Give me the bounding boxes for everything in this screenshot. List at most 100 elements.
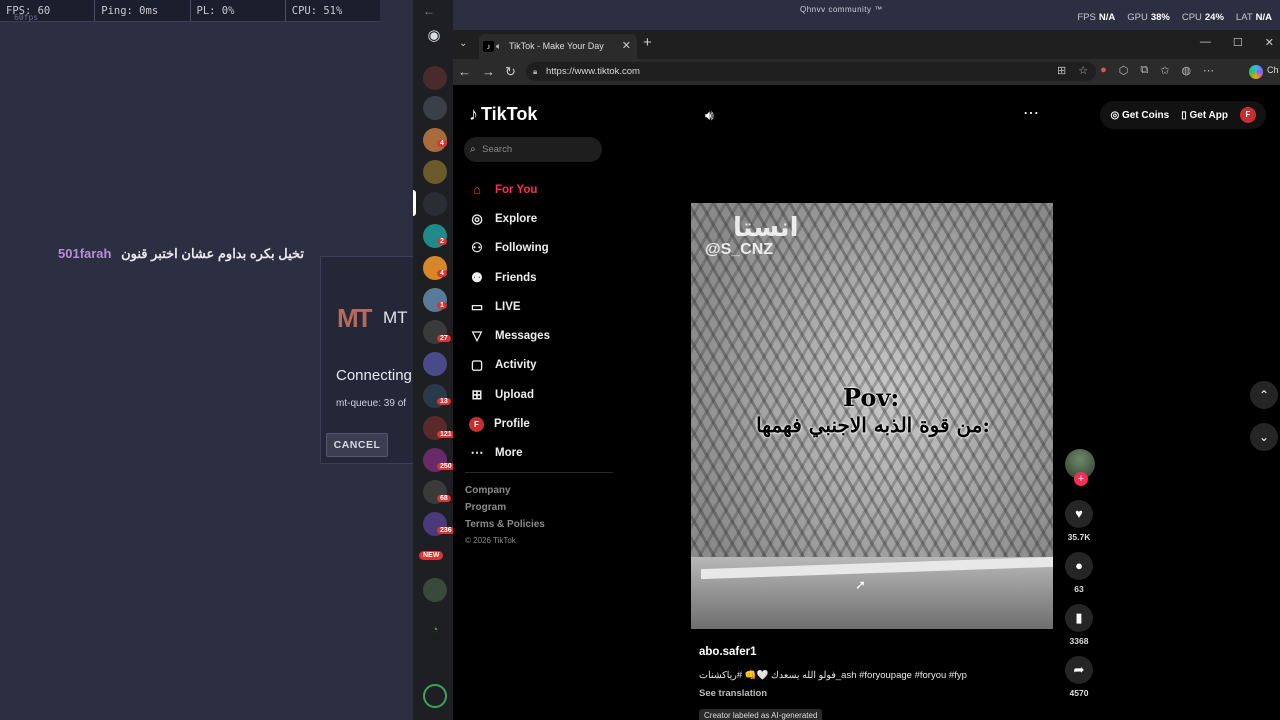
url-input[interactable]: 🔒︎ https://www.tiktok.com: [526, 62, 1096, 81]
volume-icon[interactable]: 🔊︎: [705, 107, 714, 124]
close-window-icon[interactable]: ✕: [1265, 36, 1274, 49]
game-chat-line: 501farah تخيل بكره بداوم عشان اختبر قنون: [58, 246, 304, 262]
tiktok-logo[interactable]: ♪ TikTok: [469, 104, 537, 125]
sidebar-item-label: Following: [495, 242, 549, 255]
split-screen-icon[interactable]: ⧉: [1140, 64, 1148, 77]
comment-icon[interactable]: ●: [1065, 552, 1093, 580]
mt-logo-text: MT: [383, 308, 408, 327]
new-tab-icon[interactable]: +: [643, 34, 652, 51]
footer-link-program[interactable]: Program: [465, 502, 545, 513]
discover-icon[interactable]: [423, 684, 447, 708]
server-badge: 2: [437, 238, 447, 245]
get-coins-button[interactable]: ◎ Get Coins: [1110, 110, 1169, 121]
sidebar-nav: ⌂ For You ◎ Explore ⚇ Following ⚉ Friends ▭ L…: [467, 175, 550, 468]
server-icon[interactable]: [423, 578, 447, 602]
copilot-icon[interactable]: [1249, 65, 1263, 79]
app-icon[interactable]: ⊞: [1057, 64, 1066, 77]
footer-link-company[interactable]: Company: [465, 485, 545, 496]
favorites-icon[interactable]: ✩: [1160, 64, 1169, 77]
tab-list-chevron-icon[interactable]: ⌄: [459, 38, 467, 49]
server-icon[interactable]: [423, 192, 447, 216]
follow-plus-icon[interactable]: +: [1074, 472, 1088, 486]
rss-icon[interactable]: ◔: [423, 618, 447, 642]
server-icon[interactable]: [423, 160, 447, 184]
hud-lat-value: N/A: [1255, 12, 1272, 23]
sidebar-item-profile[interactable]: F Profile: [467, 409, 550, 438]
sidebar-item-friends[interactable]: ⚉ Friends: [467, 263, 550, 292]
video-player[interactable]: انستا @S_CNZ Pov: من قوة الذبه الاجنبي ف…: [691, 203, 1053, 629]
user-avatar[interactable]: F: [1240, 107, 1256, 123]
bookmark-icon[interactable]: ▮: [1065, 604, 1093, 632]
favorite-star-icon[interactable]: ☆: [1078, 64, 1088, 77]
hud-cpu-label: CPU: [1181, 12, 1202, 23]
video-description: فولو الله يسعدك 🤍👊 #رياكشنات_ash #foryou…: [699, 670, 967, 681]
extension-icon[interactable]: ⬡: [1119, 64, 1129, 77]
heart-icon[interactable]: ♥: [1065, 500, 1093, 528]
activity-icon: ▢: [470, 357, 484, 373]
server-icon[interactable]: [423, 66, 447, 90]
see-translation-link[interactable]: See translation: [699, 688, 1039, 699]
footer-link-terms[interactable]: Terms & Policies: [465, 519, 545, 530]
get-app-button[interactable]: ▯ Get App: [1181, 110, 1228, 121]
server-icon[interactable]: [423, 96, 447, 120]
sidebar-item-more[interactable]: ⋯ More: [467, 439, 550, 468]
new-badge: NEW: [419, 551, 444, 560]
cancel-button[interactable]: CANCEL: [326, 433, 388, 457]
server-badge: 68: [437, 495, 451, 502]
tiktok-favicon-icon: ♪: [483, 41, 494, 52]
perf-ping: Ping: 0ms: [95, 0, 191, 21]
mt-logo: MT: [337, 303, 373, 333]
search-input[interactable]: ⌕ Search: [464, 137, 602, 162]
maximize-icon[interactable]: ☐: [1233, 36, 1243, 49]
discord-icon[interactable]: ◉: [424, 26, 444, 46]
search-placeholder: Search: [482, 144, 513, 155]
sidebar-item-explore[interactable]: ◎ Explore: [467, 204, 550, 233]
share-icon[interactable]: ➦: [1065, 656, 1093, 684]
copilot-label: Ch: [1267, 65, 1279, 75]
sidebar-item-for-you[interactable]: ⌂ For You: [467, 175, 550, 204]
back-icon[interactable]: ←: [458, 64, 471, 79]
extension-red-icon[interactable]: ●: [1100, 64, 1107, 77]
comment-action[interactable]: ● 63: [1063, 552, 1095, 594]
tiktok-logo-text: TikTok: [481, 104, 538, 124]
minimize-icon[interactable]: —: [1200, 36, 1211, 49]
home-icon: ⌂: [473, 182, 481, 198]
save-action[interactable]: ▮ 3368: [1063, 604, 1095, 646]
sidebar-item-label: Friends: [495, 271, 537, 284]
video-author[interactable]: abo.safer1: [699, 646, 1039, 658]
video-watermark: انستا: [733, 213, 799, 243]
next-video-icon[interactable]: ⌄: [1250, 423, 1278, 451]
friends-icon: ⚉: [471, 269, 483, 285]
video-pov-text: Pov:: [843, 383, 900, 412]
sidebar-item-upload[interactable]: ⊞ Upload: [467, 380, 550, 409]
sidebar-item-label: Upload: [495, 388, 534, 401]
mt-connect-dialog: MT MT Connecting mt-queue: 39 of CANCEL: [320, 256, 415, 464]
compass-icon: ◎: [471, 210, 483, 226]
tab-tiktok[interactable]: ♪ 🔈︎ TikTok - Make Your Day ✕: [479, 34, 637, 59]
forward-icon[interactable]: →: [482, 64, 495, 79]
previous-video-icon[interactable]: ⌃: [1250, 381, 1278, 409]
like-action[interactable]: ♥ 35.7K: [1063, 500, 1095, 542]
sidebar-item-live[interactable]: ▭ LIVE: [467, 292, 550, 321]
sidebar-item-following[interactable]: ⚇ Following: [467, 234, 550, 263]
browser-window: ⌄ ♪ 🔈︎ TikTok - Make Your Day ✕ + — ☐ ✕ …: [453, 30, 1280, 720]
server-icon[interactable]: [423, 352, 447, 376]
refresh-icon[interactable]: ↻: [505, 64, 516, 80]
share-action[interactable]: ➦ 4570: [1063, 656, 1095, 698]
sidebar-item-label: Profile: [494, 418, 530, 431]
tab-close-icon[interactable]: ✕: [622, 34, 631, 59]
sidebar-item-label: Activity: [495, 359, 537, 372]
sidebar-item-messages[interactable]: ▽ Messages: [467, 321, 550, 350]
tab-audio-icon[interactable]: 🔈︎: [496, 34, 501, 59]
share-count: 4570: [1069, 688, 1089, 698]
profile-icon[interactable]: ◍: [1181, 64, 1191, 77]
profile-avatar: F: [469, 416, 484, 432]
more-options-icon[interactable]: ⋯: [1023, 103, 1040, 123]
sidebar-item-activity[interactable]: ▢ Activity: [467, 351, 550, 380]
sidebar-item-label: LIVE: [495, 300, 521, 313]
menu-dots-icon[interactable]: ⋯: [1203, 64, 1214, 77]
sidebar-item-label: Explore: [495, 212, 538, 225]
lock-icon[interactable]: 🔒︎: [533, 62, 537, 81]
window-controls: — ☐ ✕: [1200, 36, 1274, 49]
back-arrow-icon[interactable]: ←: [423, 4, 435, 18]
